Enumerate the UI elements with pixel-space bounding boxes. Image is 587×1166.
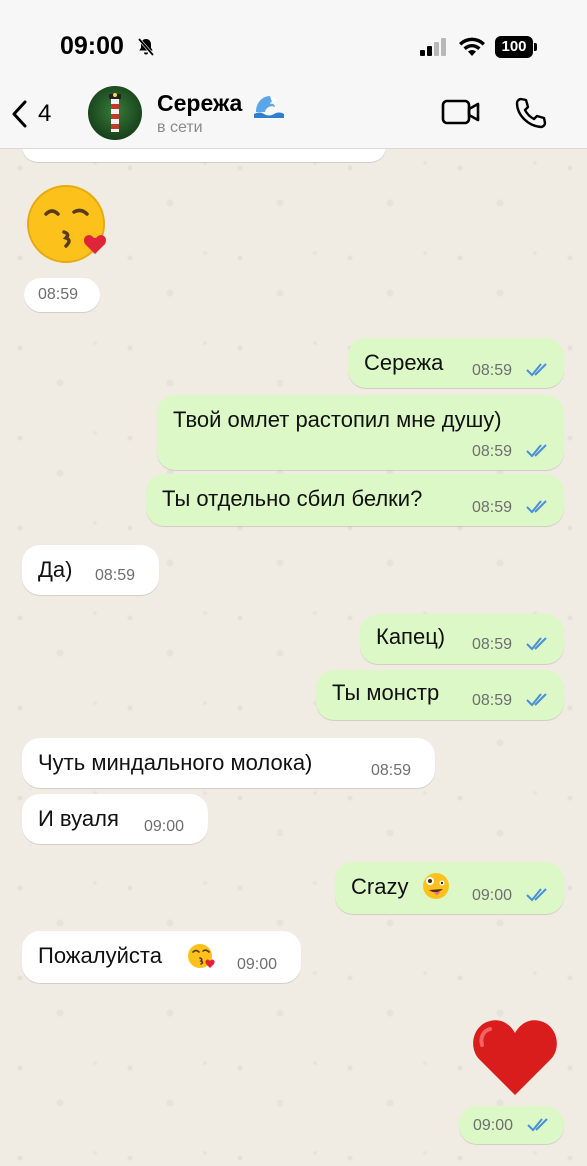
read-receipt-icon <box>526 888 547 902</box>
chevron-left-icon <box>12 100 27 128</box>
status-time: 09:00 <box>60 32 124 60</box>
cellular-signal-icon <box>420 38 446 56</box>
message-text: Капец) <box>376 624 446 649</box>
back-button[interactable]: 4 <box>10 96 70 132</box>
message-bubble-outgoing[interactable]: Капец) 08:59 <box>360 614 564 664</box>
message-bubble-outgoing[interactable]: Сережа 08:59 <box>348 338 564 388</box>
message-text: И вуаля <box>38 806 119 831</box>
message-time: 09:00 <box>144 818 185 835</box>
wifi-icon <box>459 37 485 56</box>
red-heart-icon <box>473 1020 557 1095</box>
message-bubble-outgoing[interactable]: Ты отдельно сбил белки? 08:59 <box>146 474 564 526</box>
message-text: Crazy <box>351 874 409 899</box>
read-receipt-icon <box>526 500 547 514</box>
message-bubble-incoming[interactable]: Пожалуйста 09:00 <box>22 931 301 983</box>
message-time: 08:59 <box>472 499 513 516</box>
read-receipt-icon <box>526 693 547 707</box>
phone-icon <box>515 97 547 129</box>
message-text: Ты монстр <box>332 680 440 705</box>
message-text: Чуть миндального молока) <box>38 750 313 775</box>
read-receipt-icon <box>526 637 547 651</box>
message-bubble-outgoing[interactable]: Твой омлет растопил мне душу) 08:59 <box>157 395 564 470</box>
message-time: 08:59 <box>38 286 79 303</box>
message-bubble-incoming[interactable]: 08:59 <box>24 278 100 312</box>
message-time: 08:59 <box>371 762 412 779</box>
read-receipt-icon <box>526 363 547 377</box>
message-bubble-incoming[interactable]: Да) 08:59 <box>22 545 159 595</box>
kissing-face-with-heart-icon <box>27 185 107 263</box>
message-text: Ты отдельно сбил белки? <box>162 486 423 511</box>
contact-status: в сети <box>157 119 203 136</box>
message-text: Да) <box>38 557 73 582</box>
contact-avatar[interactable] <box>88 86 142 140</box>
message-time: 08:59 <box>472 636 513 653</box>
message-time: 09:00 <box>237 956 278 973</box>
message-text: Твой омлет растопил мне душу) <box>173 407 502 432</box>
unread-count: 4 <box>38 100 52 127</box>
message-text: Сережа <box>364 350 444 375</box>
video-call-button[interactable] <box>441 97 481 132</box>
message-time: 09:00 <box>473 1117 514 1134</box>
message-bubble-outgoing[interactable]: Ты монстр 08:59 <box>316 670 564 720</box>
wave-emoji-icon <box>254 96 284 118</box>
read-receipt-icon <box>526 444 547 458</box>
battery-indicator: 100 <box>495 36 533 58</box>
message-bubble-incoming[interactable]: И вуаля 09:00 <box>22 794 208 844</box>
contact-name[interactable]: Сережа <box>157 90 242 117</box>
message-time: 08:59 <box>472 362 513 379</box>
header-content: 4 Сережа в сети <box>0 80 587 148</box>
message-bubble-incoming[interactable]: Чуть миндального молока) 08:59 <box>22 738 435 788</box>
kissing-face-with-heart-icon <box>188 944 215 968</box>
read-receipt-icon <box>527 1118 548 1132</box>
video-camera-icon <box>441 99 480 125</box>
message-time: 09:00 <box>472 887 513 904</box>
lighthouse-icon <box>109 93 121 132</box>
voice-call-button[interactable] <box>513 96 547 135</box>
message-bubble-outgoing[interactable]: 09:00 <box>459 1106 564 1144</box>
status-bar: 09:00 100 <box>0 0 587 80</box>
message-text: Пожалуйста <box>38 943 162 968</box>
bell-muted-icon <box>137 38 155 56</box>
message-bubble-outgoing[interactable]: Crazy 09:00 <box>335 862 564 914</box>
battery-nub <box>534 43 537 51</box>
zany-face-icon <box>423 873 449 899</box>
message-time: 08:59 <box>472 443 513 460</box>
message-time: 08:59 <box>472 692 513 709</box>
message-time: 08:59 <box>95 567 136 584</box>
